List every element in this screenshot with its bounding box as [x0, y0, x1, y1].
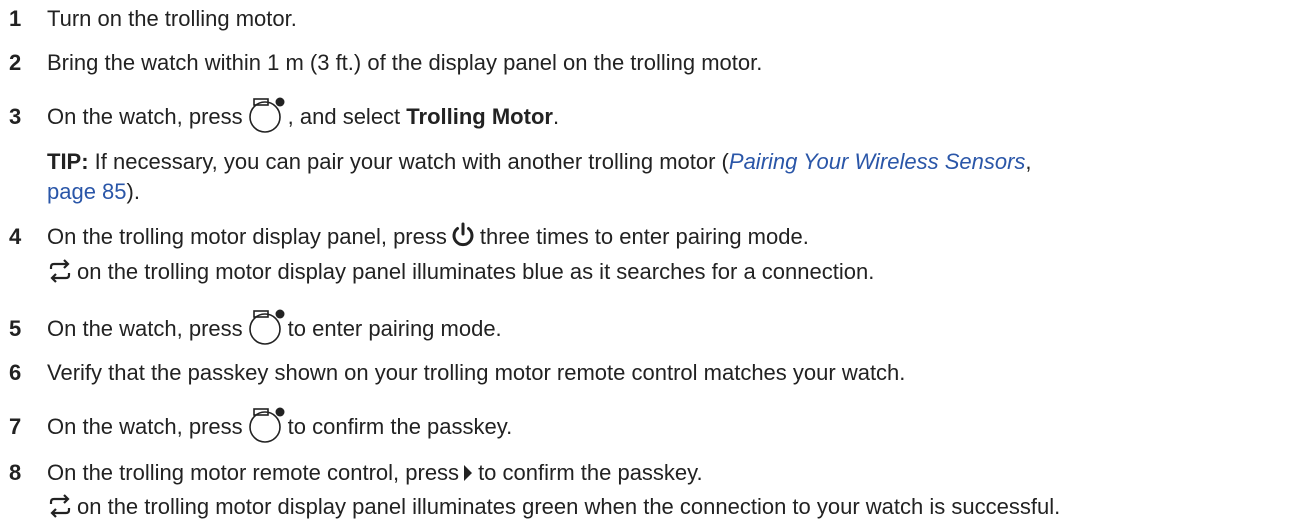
note-text: on the trolling motor display panel illu… [77, 494, 1061, 519]
pairing-sensors-link[interactable]: Pairing Your Wireless Sensors [729, 149, 1026, 174]
arrow-right-icon [464, 465, 473, 481]
step-text: On the watch, press , and select Trollin… [47, 97, 560, 136]
step-text-post: to confirm the passkey. [478, 460, 703, 485]
step-text: Verify that the passkey shown on your tr… [47, 360, 906, 385]
step-number: 8 [9, 460, 22, 485]
step-number: 7 [9, 414, 22, 439]
step-number: 4 [9, 224, 22, 249]
sync-icon [49, 494, 71, 518]
step-text: On the trolling motor display panel, pre… [47, 222, 809, 252]
step-4-note: on the trolling motor display panel illu… [47, 257, 874, 287]
step-number: 3 [9, 104, 22, 129]
step-number: 5 [9, 316, 22, 341]
step-text-post: to enter pairing mode. [287, 316, 502, 341]
step-text-pre: On the watch, press [47, 414, 243, 439]
tip-end: ). [126, 179, 140, 204]
trolling-motor-menu-label: Trolling Motor [406, 104, 553, 129]
tip-line-2: page 85). [47, 177, 140, 207]
tip-text: If necessary, you can pair your watch wi… [88, 149, 729, 174]
step-text-pre: On the watch, press [47, 104, 243, 129]
step-text-pre: On the trolling motor remote control, pr… [47, 460, 460, 485]
page-85-link[interactable]: page 85 [47, 179, 127, 204]
watch-button-icon [248, 407, 285, 443]
tip-separator: , [1025, 149, 1032, 174]
step-text: On the watch, press to confirm the passk… [47, 407, 513, 446]
step-text-post: three times to enter pairing mode. [479, 224, 809, 249]
sync-icon [49, 259, 71, 283]
step-number: 2 [9, 50, 22, 75]
tip-label: TIP: [47, 149, 89, 174]
step-number: 6 [9, 360, 22, 385]
tip-line-1: TIP: If necessary, you can pair your wat… [47, 147, 1032, 177]
watch-button-icon [248, 309, 285, 345]
step-text-mid: , and select [287, 104, 407, 129]
step-8-note: on the trolling motor display panel illu… [47, 492, 1060, 522]
step-text: Turn on the trolling motor. [47, 6, 297, 31]
step-text-post: . [552, 104, 560, 129]
step-text: On the watch, press to enter pairing mod… [47, 309, 502, 348]
instruction-page: 1 Turn on the trolling motor. 2 Bring th… [0, 0, 1289, 528]
watch-button-icon [248, 97, 285, 133]
note-text: on the trolling motor display panel illu… [77, 259, 875, 284]
step-number: 1 [9, 6, 22, 31]
step-text-pre: On the trolling motor display panel, pre… [47, 224, 447, 249]
step-text-post: to confirm the passkey. [287, 414, 513, 439]
step-text-pre: On the watch, press [47, 316, 243, 341]
step-text: Bring the watch within 1 m (3 ft.) of th… [47, 50, 763, 75]
power-icon [452, 222, 474, 247]
step-text: On the trolling motor remote control, pr… [47, 458, 703, 488]
